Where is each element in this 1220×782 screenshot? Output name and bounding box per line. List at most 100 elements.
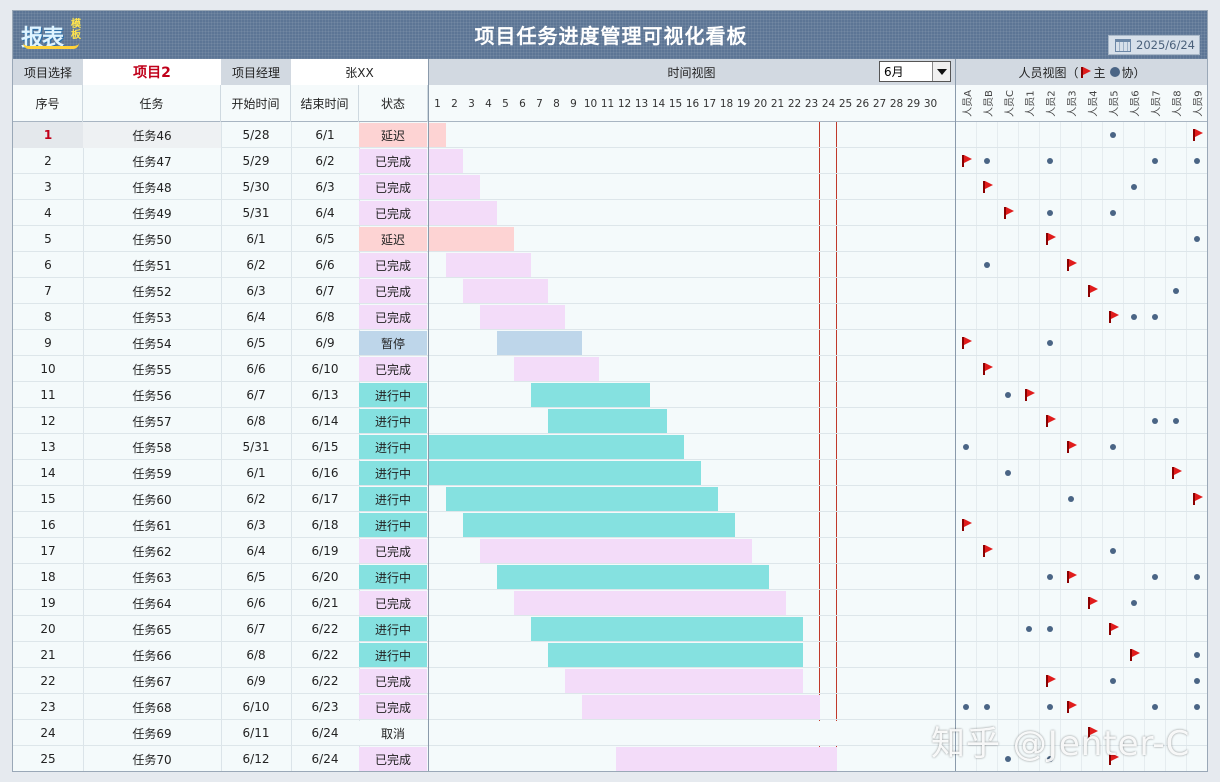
- people-gridline: [1207, 122, 1208, 772]
- table-row[interactable]: 10 任务55 6/6 6/10 已完成: [13, 356, 1207, 382]
- row-seq: 5: [44, 232, 52, 246]
- row-task: 任务56: [132, 388, 172, 403]
- people-column-label: 人员A: [956, 88, 977, 119]
- people-column-label: 人员C: [998, 88, 1019, 119]
- status-badge: 已完成: [359, 591, 427, 615]
- day-number: 28: [889, 97, 904, 110]
- table-row[interactable]: 3 任务48 5/30 6/3 已完成: [13, 174, 1207, 200]
- row-task: 任务66: [132, 648, 172, 663]
- table-row[interactable]: 2 任务47 5/29 6/2 已完成: [13, 148, 1207, 174]
- status-badge: 已完成: [359, 279, 427, 303]
- month-select[interactable]: 6月: [879, 61, 951, 82]
- main-flag-icon: [1087, 285, 1098, 297]
- assist-dot-icon: [1004, 392, 1011, 398]
- table-row[interactable]: 4 任务49 5/31 6/4 已完成: [13, 200, 1207, 226]
- status-badge: 已完成: [359, 695, 427, 719]
- main-flag-icon: [1045, 415, 1056, 427]
- table-row[interactable]: 21 任务66 6/8 6/22 进行中: [13, 642, 1207, 668]
- gantt-bar: [531, 617, 803, 641]
- day-number: 10: [583, 97, 598, 110]
- table-row[interactable]: 20 任务65 6/7 6/22 进行中: [13, 616, 1207, 642]
- day-number: 22: [787, 97, 802, 110]
- main-flag-icon: [982, 545, 993, 557]
- row-task: 任务48: [132, 180, 172, 195]
- table-row[interactable]: 14 任务59 6/1 6/16 进行中: [13, 460, 1207, 486]
- assist-dot-icon: [1046, 340, 1053, 346]
- day-number: 25: [838, 97, 853, 110]
- day-number: 15: [668, 97, 683, 110]
- table-row[interactable]: 7 任务52 6/3 6/7 已完成: [13, 278, 1207, 304]
- table-row[interactable]: 16 任务61 6/3 6/18 进行中: [13, 512, 1207, 538]
- assist-dot-icon: [1193, 158, 1200, 164]
- assist-dot-icon: [1109, 132, 1116, 138]
- row-start: 6/5: [246, 570, 266, 584]
- row-task: 任务59: [132, 466, 172, 481]
- flag-cloth: [1068, 701, 1077, 709]
- flag-cloth: [984, 545, 993, 553]
- flag-cloth: [1089, 285, 1098, 293]
- row-start: 6/8: [246, 648, 266, 662]
- assist-dot-icon: [1025, 626, 1032, 632]
- date-text: 2025/6/24: [1136, 38, 1195, 52]
- table-row[interactable]: 19 任务64 6/6 6/21 已完成: [13, 590, 1207, 616]
- people-column-label: 人员6: [1124, 88, 1145, 119]
- row-start: 6/3: [246, 284, 266, 298]
- row-start: 6/11: [242, 726, 270, 740]
- row-seq: 7: [44, 284, 52, 298]
- main-flag-icon: [961, 155, 972, 167]
- column-header-row: 序号 任务 开始时间 结束时间 状态 1 2 3 4 5 6 7 8 9 10 11 12 13 14 15…: [13, 85, 1207, 122]
- table-row[interactable]: 5 任务50 6/1 6/5 延迟: [13, 226, 1207, 252]
- status-badge: 进行中: [359, 643, 427, 667]
- legend-dot-icon: [1109, 67, 1120, 77]
- row-start: 6/2: [246, 492, 266, 506]
- status-badge: 已完成: [359, 747, 427, 771]
- people-name: 人员1: [1026, 90, 1037, 117]
- table-row[interactable]: 11 任务56 6/7 6/13 进行中: [13, 382, 1207, 408]
- row-task: 任务70: [132, 752, 172, 767]
- day-number: 6: [519, 97, 526, 110]
- table-row[interactable]: 8 任务53 6/4 6/8 已完成: [13, 304, 1207, 330]
- status-badge: 已完成: [359, 253, 427, 277]
- flag-cloth: [1068, 441, 1077, 449]
- assist-dot-icon: [983, 704, 990, 710]
- table-row[interactable]: 1 任务46 5/28 6/1 延迟: [13, 122, 1207, 148]
- table-row[interactable]: 9 任务54 6/5 6/9 暂停: [13, 330, 1207, 356]
- table-row[interactable]: 13 任务58 5/31 6/15 进行中: [13, 434, 1207, 460]
- row-end: 6/22: [311, 648, 339, 662]
- flag-cloth: [1110, 311, 1119, 319]
- dropdown-arrow-icon[interactable]: [932, 62, 950, 81]
- status-badge: 进行中: [359, 435, 427, 459]
- status-badge: 已完成: [359, 305, 427, 329]
- gantt-bar: [446, 253, 531, 277]
- table-row[interactable]: 6 任务51 6/2 6/6 已完成: [13, 252, 1207, 278]
- gantt-bar: [497, 331, 582, 355]
- row-start: 6/6: [246, 596, 266, 610]
- flag-cloth: [1194, 493, 1203, 501]
- row-seq: 2: [44, 154, 52, 168]
- people-view-header: 人员视图（ 主 协）: [955, 59, 1207, 85]
- row-seq: 17: [40, 544, 56, 558]
- gantt-bar: [616, 747, 837, 771]
- row-task: 任务60: [132, 492, 172, 507]
- flag-cloth: [1131, 649, 1140, 657]
- row-end: 6/5: [315, 232, 335, 246]
- people-name: 人员6: [1131, 90, 1142, 117]
- day-number: 20: [753, 97, 768, 110]
- project-select-value[interactable]: 项目2: [83, 59, 221, 85]
- table-row[interactable]: 12 任务57 6/8 6/14 进行中: [13, 408, 1207, 434]
- assist-dot-icon: [1151, 158, 1158, 164]
- table-row[interactable]: 17 任务62 6/4 6/19 已完成: [13, 538, 1207, 564]
- day-number: 23: [804, 97, 819, 110]
- assist-dot-icon: [1046, 704, 1053, 710]
- row-seq: 20: [40, 622, 56, 636]
- row-start: 5/31: [242, 206, 270, 220]
- row-end: 6/2: [315, 154, 335, 168]
- assist-dot-icon: [983, 262, 990, 268]
- table-row[interactable]: 18 任务63 6/5 6/20 进行中: [13, 564, 1207, 590]
- table-row[interactable]: 22 任务67 6/9 6/22 已完成: [13, 668, 1207, 694]
- row-seq: 15: [40, 492, 56, 506]
- table-row[interactable]: 15 任务60 6/2 6/17 进行中: [13, 486, 1207, 512]
- main-flag-icon: [1087, 597, 1098, 609]
- month-select-value: 6月: [884, 65, 904, 79]
- assist-dot-icon: [962, 704, 969, 710]
